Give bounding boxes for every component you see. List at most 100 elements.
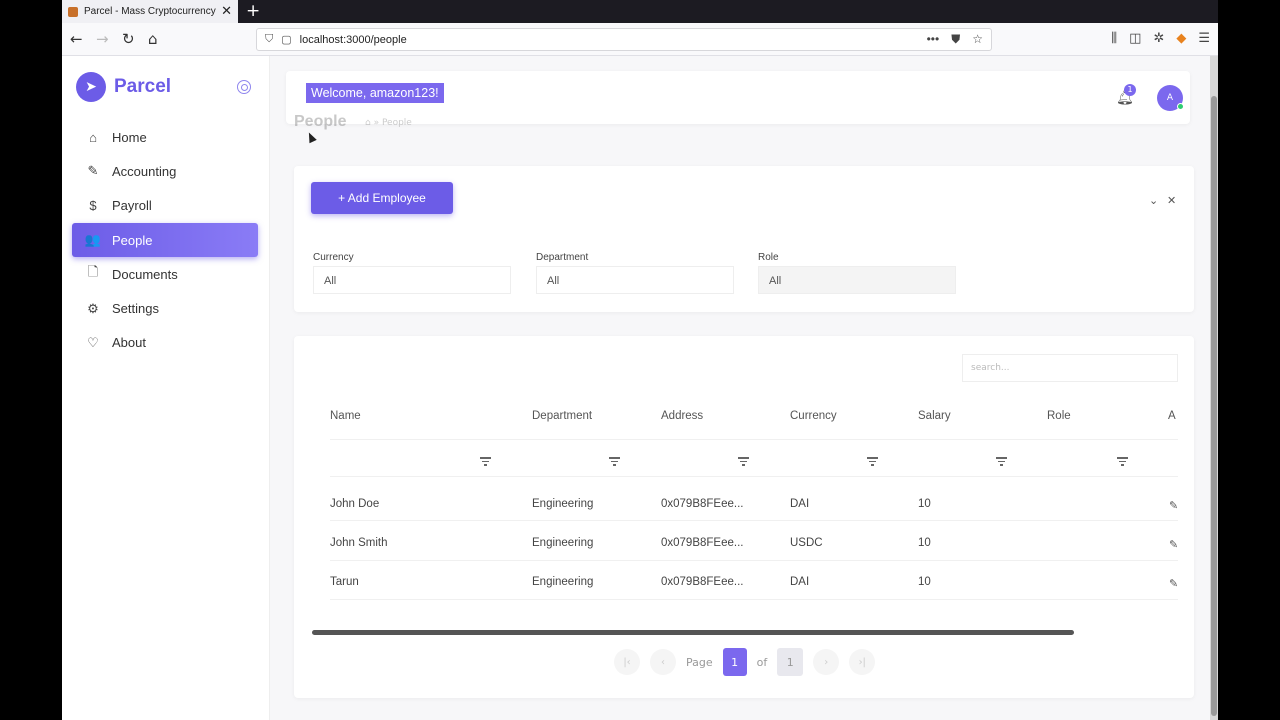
first-page-icon[interactable]: |‹ — [614, 649, 640, 675]
cell-name: John Smith — [330, 537, 388, 549]
header-divider — [330, 439, 1178, 440]
browser-menu-icon[interactable]: ☰ — [1198, 31, 1210, 46]
tab-title: Parcel - Mass Cryptocurrency P — [84, 6, 218, 17]
column-header-name[interactable]: Name — [330, 410, 361, 422]
sidebar-item-home[interactable]: ⌂ Home — [72, 120, 258, 154]
browser-tab[interactable]: Parcel - Mass Cryptocurrency P ✕ — [62, 0, 238, 23]
edit-icon[interactable]: ✎ — [1169, 577, 1178, 590]
cell-currency: DAI — [790, 498, 810, 510]
page-scrollbar-thumb[interactable] — [1211, 96, 1217, 716]
back-icon[interactable]: ← — [70, 30, 83, 48]
cell-department: Engineering — [532, 537, 594, 549]
bookmark-star-icon[interactable]: ☆ — [972, 32, 983, 47]
page-actions-icon[interactable]: ••• — [927, 32, 940, 47]
url-text[interactable]: localhost:3000/people — [300, 34, 407, 46]
filter-icon[interactable] — [609, 457, 620, 466]
edit-icon[interactable]: ✎ — [1169, 499, 1178, 512]
collapse-card-icon[interactable]: ⌄ — [1149, 194, 1158, 207]
last-page-icon[interactable]: ›| — [849, 649, 876, 675]
horizontal-scrollbar[interactable] — [312, 630, 1074, 635]
filter-icon[interactable] — [480, 457, 491, 466]
filter-icon[interactable] — [738, 457, 749, 466]
column-header-role[interactable]: Role — [1047, 410, 1071, 422]
sidebar-item-documents[interactable]: 🗋 Documents — [72, 257, 258, 291]
sidebar-item-about[interactable]: ♡ About — [72, 326, 258, 360]
column-header-salary[interactable]: Salary — [918, 410, 951, 422]
extension-icon[interactable]: ✲ — [1153, 31, 1164, 46]
top-header: Welcome, amazon123! 🔔︎ 1 A — [286, 71, 1190, 124]
reload-icon[interactable]: ↻ — [122, 30, 135, 48]
people-table-card: search... Name Department Address Curren… — [294, 336, 1194, 698]
welcome-message: Welcome, amazon123! — [306, 83, 444, 103]
next-page-icon[interactable]: › — [813, 649, 840, 675]
of-label: of — [756, 655, 768, 669]
sidebar-item-settings[interactable]: ⚙ Settings — [72, 291, 258, 325]
add-employee-button[interactable]: + Add Employee — [311, 182, 453, 214]
cell-department: Engineering — [532, 498, 594, 510]
library-icon[interactable]: ⫼ — [1111, 31, 1117, 46]
currency-filter-select[interactable]: All — [313, 266, 511, 294]
cell-currency: DAI — [790, 576, 810, 588]
address-bar[interactable]: ⛉ ▢ localhost:3000/people ••• ⛊ ☆ — [256, 28, 992, 51]
avatar[interactable]: A — [1157, 85, 1184, 111]
parcel-favicon-icon — [68, 6, 78, 17]
online-status-dot — [1177, 103, 1184, 110]
mouse-cursor-icon — [305, 130, 317, 144]
table-search-input[interactable]: search... — [962, 354, 1178, 382]
role-filter-label: Role — [758, 252, 779, 263]
forward-icon[interactable]: → — [96, 30, 109, 48]
close-card-icon[interactable]: ✕ — [1167, 194, 1176, 207]
page-info-icon[interactable]: ▢ — [281, 33, 291, 46]
cell-name: Tarun — [330, 576, 359, 588]
brand-logo[interactable]: ➤ Parcel — [76, 72, 171, 102]
notification-bell-icon[interactable]: 🔔︎ 1 — [1116, 84, 1136, 106]
column-header-address[interactable]: Address — [661, 410, 703, 422]
sidebar: ➤ Parcel ⌂ Home ✎ Accounting $ Payroll 👥 People… — [62, 56, 270, 720]
sidebar-item-label: About — [112, 335, 146, 351]
edit-icon[interactable]: ✎ — [1169, 538, 1178, 551]
close-tab-icon[interactable]: ✕ — [221, 4, 232, 19]
pagination: |‹ ‹ Page 1 of 1 › ›| — [614, 648, 876, 676]
previous-page-icon[interactable]: ‹ — [650, 649, 676, 675]
column-header-department[interactable]: Department — [532, 410, 592, 422]
page-label: Page — [686, 655, 713, 669]
browser-window: Parcel - Mass Cryptocurrency P ✕ + ← → ↻… — [62, 0, 1218, 720]
breadcrumb[interactable]: ⌂ » People — [365, 118, 412, 128]
edit-icon: ✎ — [87, 163, 99, 179]
tab-bar: Parcel - Mass Cryptocurrency P ✕ + — [62, 0, 1218, 23]
filter-icon[interactable] — [1117, 457, 1128, 466]
sidebar-item-label: People — [112, 232, 153, 248]
sidebar-item-people[interactable]: 👥 People — [72, 222, 258, 258]
column-header-actions[interactable]: A — [1168, 410, 1176, 422]
document-icon: 🗋 — [87, 264, 99, 280]
sidebar-item-label: Payroll — [112, 198, 152, 214]
users-icon: 👥 — [84, 232, 102, 248]
sidebar-item-accounting[interactable]: ✎ Accounting — [72, 154, 258, 188]
column-header-currency[interactable]: Currency — [790, 410, 837, 422]
cell-currency: USDC — [790, 537, 823, 549]
metamask-icon[interactable]: ◆ — [1176, 31, 1186, 46]
total-pages: 1 — [777, 648, 804, 676]
sidebar-item-label: Settings — [112, 301, 159, 317]
department-filter-select[interactable]: All — [536, 266, 734, 294]
cell-salary: 10 — [918, 498, 931, 510]
filter-icon[interactable] — [996, 457, 1007, 466]
sidebar-menu: ⌂ Home ✎ Accounting $ Payroll 👥 People 🗋 Document… — [72, 120, 258, 360]
filter-icon[interactable] — [867, 457, 878, 466]
role-filter-select[interactable]: All — [758, 266, 956, 294]
department-filter-label: Department — [536, 252, 589, 263]
dollar-icon: $ — [89, 198, 97, 214]
cell-address: 0x079B8FEee... — [661, 576, 744, 588]
page-scrollbar[interactable] — [1210, 56, 1218, 720]
current-page-input[interactable]: 1 — [722, 648, 747, 676]
currency-filter-label: Currency — [313, 252, 354, 263]
home-browser-icon[interactable]: ⌂ — [148, 30, 158, 48]
cell-name: John Doe — [330, 498, 380, 510]
collapse-sidebar-icon[interactable] — [237, 80, 251, 94]
row-divider — [330, 599, 1178, 600]
sidebar-item-payroll[interactable]: $ Payroll — [72, 189, 258, 223]
new-tab-button[interactable]: + — [246, 1, 260, 21]
shield-icon[interactable]: ⛉ — [265, 33, 273, 46]
pocket-icon[interactable]: ⛊ — [951, 32, 960, 47]
sidebar-toggle-icon[interactable]: ◫ — [1129, 31, 1141, 46]
